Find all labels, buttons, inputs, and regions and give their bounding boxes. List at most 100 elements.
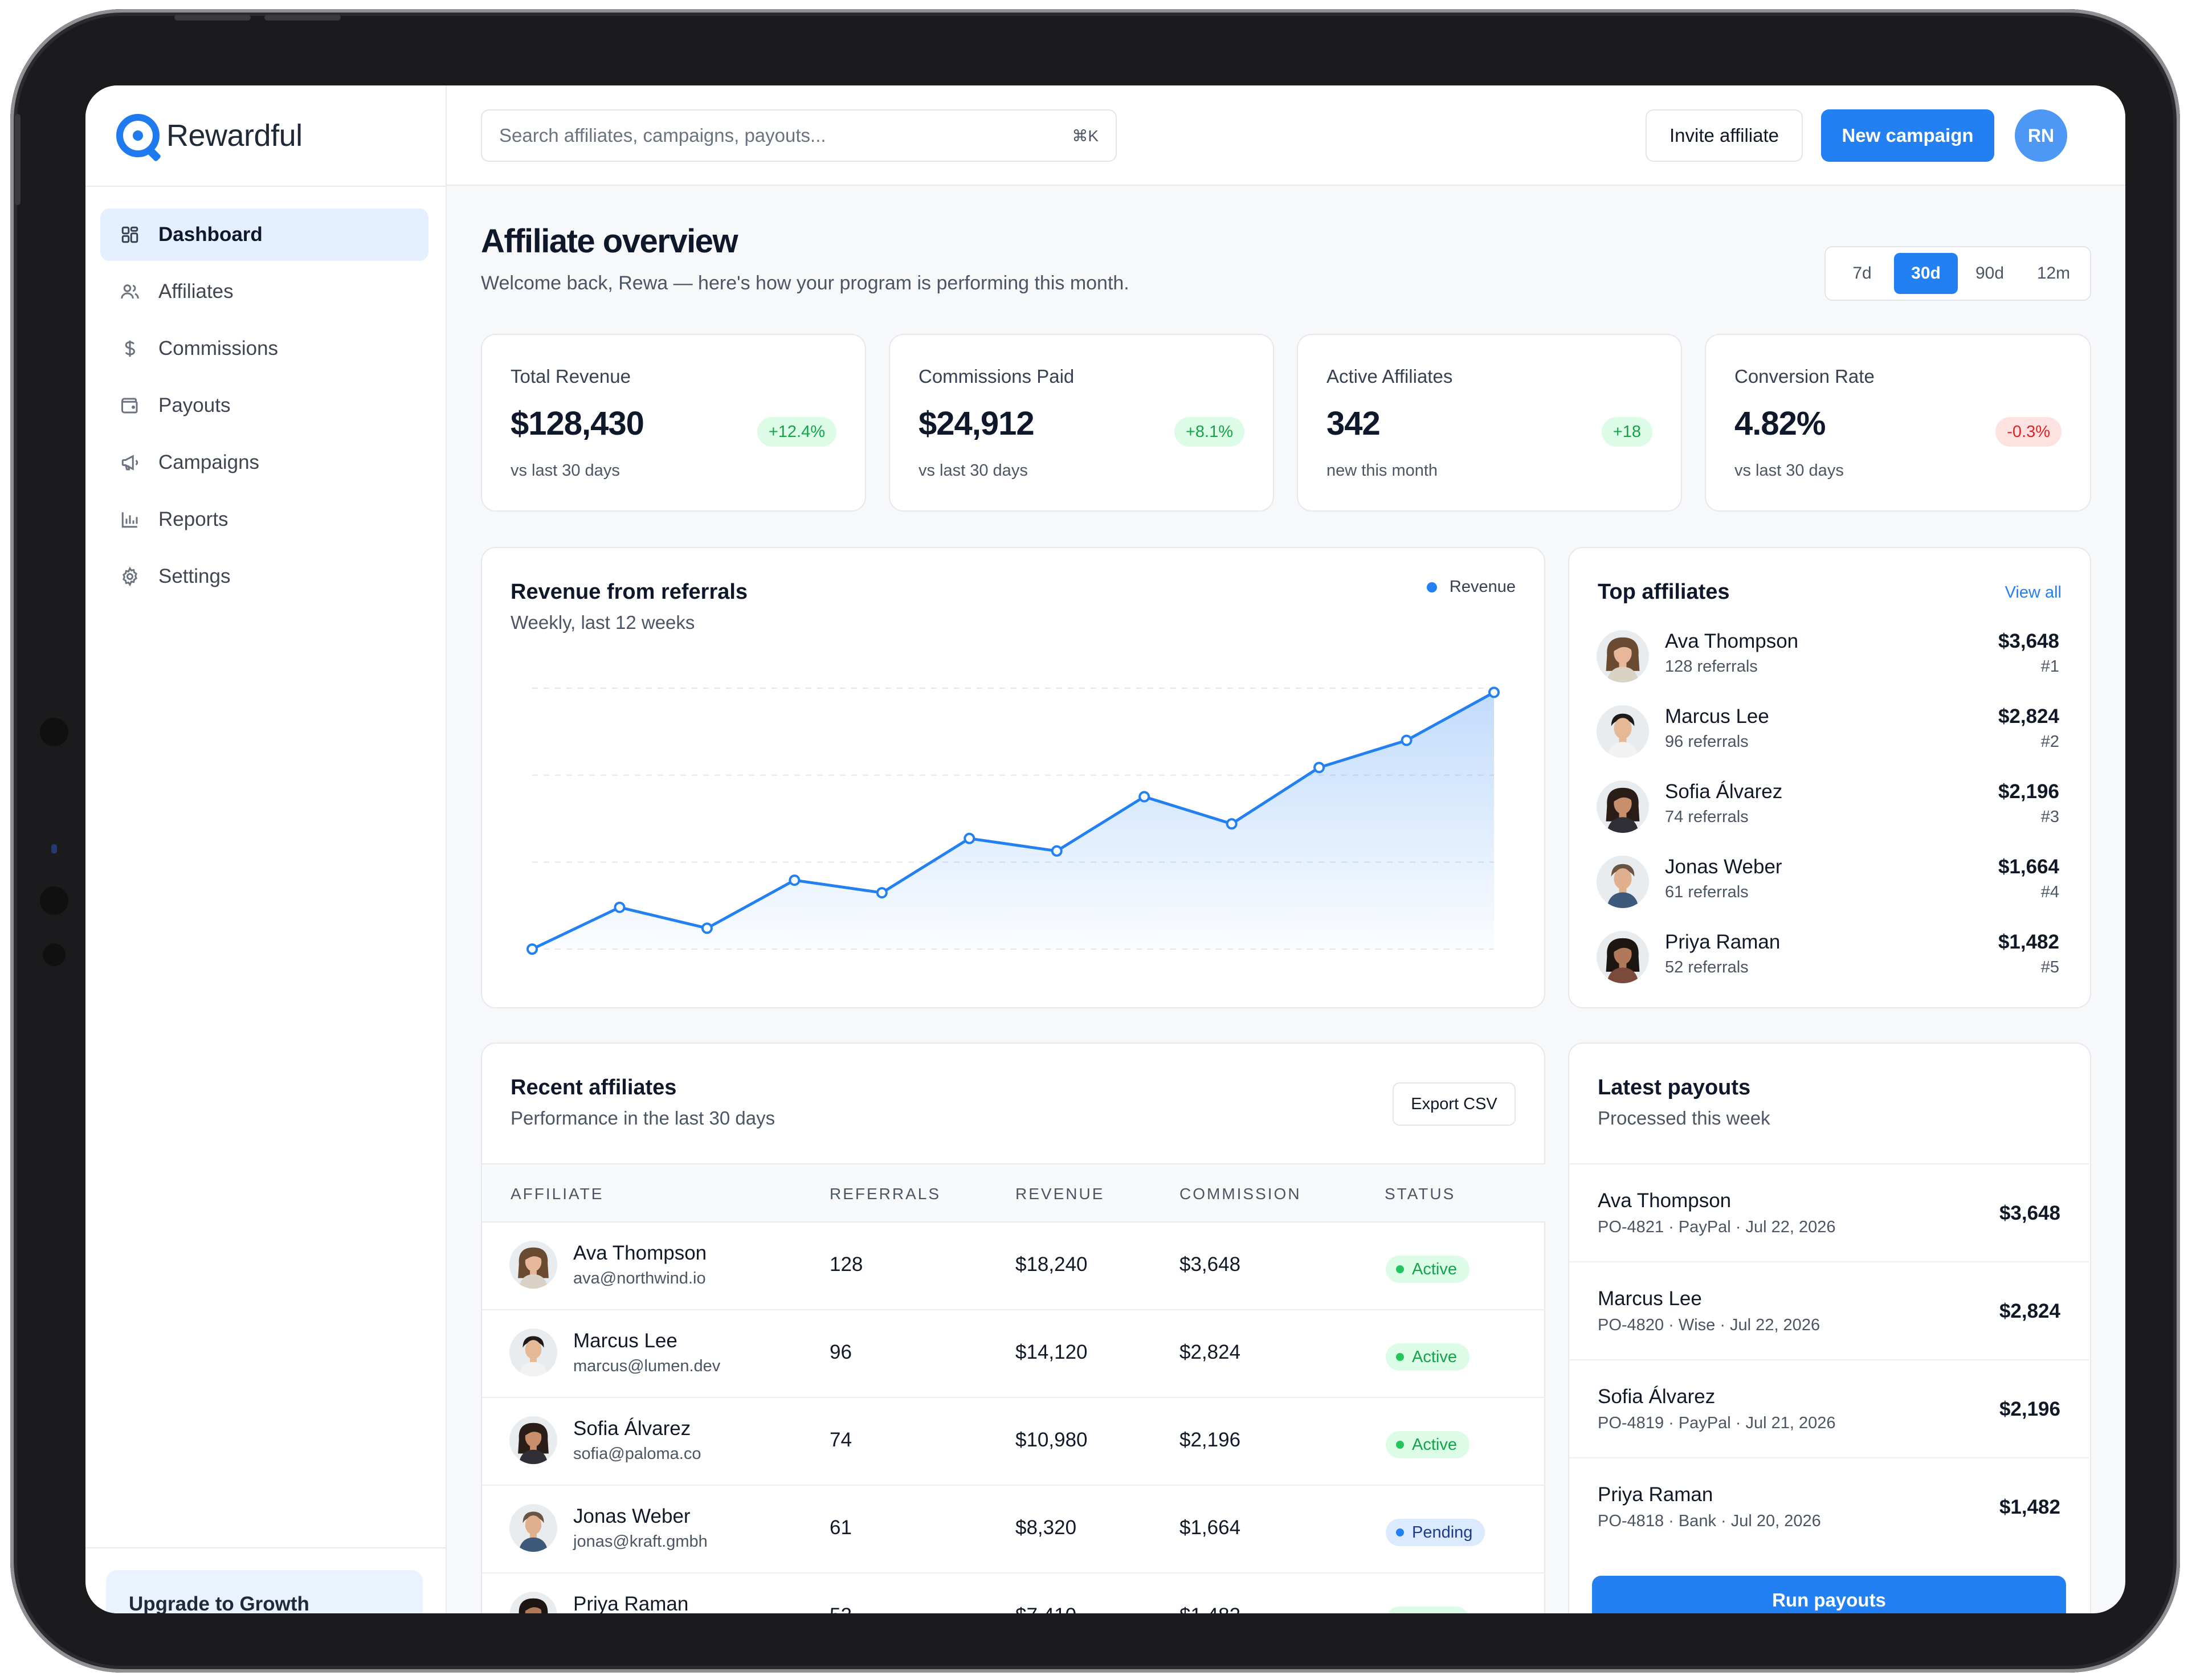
column-header[interactable]: REFERRALS: [830, 1185, 941, 1203]
table-row[interactable]: Sofia Álvarez sofia@paloma.co 74 $10,980…: [482, 1399, 1545, 1486]
stat-value: $24,912: [919, 405, 1035, 442]
stat-card-conversion-rate: Conversion Rate 4.82% -0.3% vs last 30 d…: [1705, 334, 2091, 512]
stat-value: 4.82%: [1734, 405, 1826, 442]
affiliate-referrals: 128 referrals: [1665, 657, 1758, 676]
status-badge: Active: [1386, 1607, 1469, 1613]
affiliate-rank: #3: [2040, 808, 2059, 826]
avatar: [1597, 931, 1649, 983]
upgrade-card[interactable]: Upgrade to Growth: [106, 1570, 423, 1613]
affiliate-email: sofia@paloma.co: [573, 1445, 701, 1463]
invite-affiliate-button[interactable]: Invite affiliate: [1646, 109, 1803, 162]
export-csv-button[interactable]: Export CSV: [1393, 1082, 1516, 1126]
data-point: [964, 832, 975, 844]
affiliate-referrals: 74 referrals: [1665, 808, 1749, 826]
range-option-30d[interactable]: 30d: [1894, 253, 1958, 294]
top-affiliate-item[interactable]: Sofia Álvarez 74 referrals $2,196 #3: [1597, 778, 2059, 835]
affiliate-email: jonas@kraft.gmbh: [573, 1532, 708, 1551]
payout-amount: $2,824: [1999, 1300, 2060, 1322]
affiliate-rank: #5: [2040, 958, 2059, 976]
dollar-icon: [119, 337, 141, 360]
stat-label: Active Affiliates: [1326, 366, 1453, 387]
table-row[interactable]: Marcus Lee marcus@lumen.dev 96 $14,120 $…: [482, 1311, 1545, 1398]
avatar: [509, 1416, 557, 1464]
sidebar-nav: Dashboard Affiliates Commissions Payouts…: [100, 209, 428, 607]
affiliate-amount: $1,664: [1998, 856, 2059, 878]
card-title: Recent affiliates: [511, 1076, 677, 1099]
range-option-12m[interactable]: 12m: [2022, 253, 2085, 294]
status-label: Active: [1412, 1435, 1457, 1454]
top-affiliate-item[interactable]: Jonas Weber 61 referrals $1,664 #4: [1597, 853, 2059, 910]
affiliate-name: Priya Raman: [1665, 931, 1781, 953]
payout-row[interactable]: Ava Thompson PO-4821 · PayPal · Jul 22, …: [1569, 1163, 2089, 1261]
data-point: [789, 874, 801, 886]
status-badge: Active: [1386, 1256, 1469, 1283]
top-affiliate-item[interactable]: Ava Thompson 128 referrals $3,648 #1: [1597, 628, 2059, 685]
affiliate-name: Ava Thompson: [1665, 630, 1799, 652]
user-avatar[interactable]: RN: [2015, 109, 2067, 162]
status-dot: [1396, 1528, 1404, 1536]
avatar: [509, 1329, 557, 1376]
table-row[interactable]: Jonas Weber jonas@kraft.gmbh 61 $8,320 $…: [482, 1487, 1545, 1573]
sidebar-item-dashboard[interactable]: Dashboard: [100, 209, 428, 261]
card-subtitle: Processed this week: [1598, 1107, 1770, 1129]
sidebar-item-label: Reports: [158, 508, 228, 530]
side-button: [15, 114, 21, 205]
search-input[interactable]: Search affiliates, campaigns, payouts...…: [481, 109, 1117, 162]
divider: [85, 1547, 447, 1548]
data-point: [1138, 791, 1150, 803]
camera-dot: [43, 943, 66, 966]
sidebar-item-label: Campaigns: [158, 451, 260, 473]
search-placeholder: Search affiliates, campaigns, payouts...: [499, 125, 826, 146]
sidebar-item-commissions[interactable]: Commissions: [100, 322, 428, 375]
affiliate-amount: $1,482: [1998, 931, 2059, 953]
referrals-cell: 74: [830, 1429, 852, 1451]
affiliate-name: Ava Thompson: [573, 1242, 707, 1264]
top-affiliate-item[interactable]: Marcus Lee 96 referrals $2,824 #2: [1597, 703, 2059, 760]
payout-row[interactable]: Sofia Álvarez PO-4819 · PayPal · Jul 21,…: [1569, 1359, 2089, 1457]
data-point: [1488, 686, 1500, 698]
sidebar-item-payouts[interactable]: Payouts: [100, 379, 428, 432]
sidebar-item-settings[interactable]: Settings: [100, 550, 428, 603]
affiliate-rank: #4: [2040, 883, 2059, 901]
affiliate-name: Marcus Lee: [1665, 705, 1769, 727]
payout-row[interactable]: Priya Raman PO-4818 · Bank · Jul 20, 202…: [1569, 1457, 2089, 1555]
data-point: [1051, 845, 1063, 857]
data-point: [1313, 762, 1325, 774]
status-badge: Active: [1386, 1343, 1469, 1371]
column-header[interactable]: AFFILIATE: [511, 1185, 603, 1203]
payout-name: Marcus Lee: [1598, 1287, 1702, 1310]
table-row[interactable]: Ava Thompson ava@northwind.io 128 $18,24…: [482, 1224, 1545, 1310]
affiliate-email: marcus@lumen.dev: [573, 1357, 721, 1375]
sidebar-item-reports[interactable]: Reports: [100, 493, 428, 546]
payout-amount: $3,648: [1999, 1202, 2060, 1224]
revenue-chart: [526, 686, 1500, 955]
revenue-cell: $7,410: [1015, 1604, 1076, 1613]
range-option-7d[interactable]: 7d: [1830, 253, 1894, 294]
status-dot: [1396, 1265, 1404, 1273]
status-label: Active: [1412, 1260, 1457, 1278]
range-selector: 7d 30d 90d 12m: [1824, 246, 2091, 301]
revenue-cell: $18,240: [1015, 1253, 1088, 1276]
payout-row[interactable]: Marcus Lee PO-4820 · Wise · Jul 22, 2026…: [1569, 1261, 2089, 1359]
table-row[interactable]: Priya Raman 52 $7,410 $1,482 Active: [482, 1575, 1545, 1613]
status-label: Active: [1412, 1347, 1457, 1366]
view-all-link[interactable]: View all: [2005, 583, 2062, 602]
bar-chart-icon: [119, 508, 141, 531]
column-header[interactable]: COMMISSION: [1179, 1185, 1301, 1203]
top-affiliate-item[interactable]: Priya Raman 52 referrals $1,482 #5: [1597, 929, 2059, 986]
app-logo[interactable]: Rewardful: [116, 113, 303, 158]
affiliate-referrals: 52 referrals: [1665, 958, 1749, 976]
sidebar-item-label: Affiliates: [158, 280, 234, 303]
column-header[interactable]: REVENUE: [1015, 1185, 1104, 1203]
column-header[interactable]: STATUS: [1385, 1185, 1455, 1203]
sidebar-item-affiliates[interactable]: Affiliates: [100, 265, 428, 318]
upgrade-label: Upgrade to Growth: [129, 1593, 309, 1613]
avatar: [509, 1241, 557, 1289]
run-payouts-button[interactable]: Run payouts: [1592, 1576, 2066, 1613]
new-campaign-button[interactable]: New campaign: [1821, 109, 1994, 162]
affiliate-email: ava@northwind.io: [573, 1269, 706, 1287]
sidebar-item-campaigns[interactable]: Campaigns: [100, 436, 428, 489]
range-option-90d[interactable]: 90d: [1958, 253, 2022, 294]
sidebar-item-label: Payouts: [158, 394, 231, 416]
payout-meta: PO-4819 · PayPal · Jul 21, 2026: [1598, 1414, 1836, 1432]
